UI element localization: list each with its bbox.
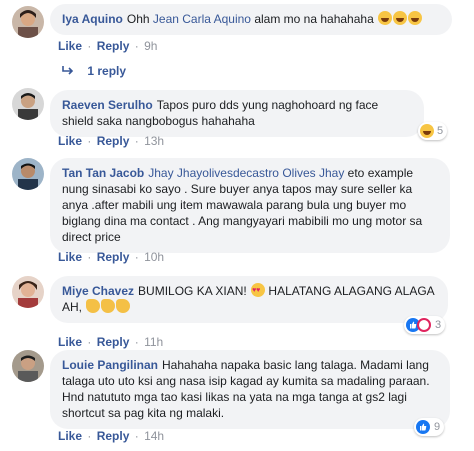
comment-text: alam mo na hahahaha	[250, 12, 374, 26]
comment-author[interactable]: Louie Pangilinan	[62, 358, 158, 372]
like-reaction-icon	[416, 420, 430, 434]
like-button[interactable]: Like	[58, 39, 82, 53]
separator: ·	[87, 429, 92, 443]
haha-reaction-icon	[420, 124, 434, 138]
clap-emoji-icon	[116, 299, 131, 313]
separator: ·	[87, 250, 92, 264]
comment-actions: Like · Reply · 13h	[58, 134, 164, 148]
comment-author[interactable]: Iya Aquino	[62, 12, 123, 26]
comment-actions: Like · Reply · 10h	[58, 250, 164, 264]
separator: ·	[134, 250, 139, 264]
timestamp[interactable]: 9h	[144, 39, 157, 53]
love-reaction-icon	[417, 318, 431, 332]
reply-button[interactable]: Reply	[97, 335, 130, 349]
mention-link[interactable]: Jean Carla Aquino	[153, 12, 251, 26]
separator: ·	[87, 134, 92, 148]
comment-actions: Like · Reply · 9h	[58, 39, 157, 53]
heart-eyes-emoji-icon	[251, 283, 266, 299]
comment-actions: Like · Reply · 14h	[58, 429, 164, 443]
comment-author[interactable]: Miye Chavez	[62, 284, 134, 298]
separator: ·	[134, 134, 139, 148]
timestamp[interactable]: 14h	[144, 429, 164, 443]
reply-button[interactable]: Reply	[97, 134, 130, 148]
separator: ·	[87, 335, 92, 349]
separator: ·	[134, 39, 139, 53]
reaction-count: 9	[434, 421, 441, 433]
reply-button[interactable]: Reply	[97, 250, 130, 264]
reaction-badge[interactable]: 9	[414, 418, 445, 436]
like-button[interactable]: Like	[58, 429, 82, 443]
reaction-badge[interactable]: 3	[404, 316, 446, 334]
mention-link[interactable]: Jhay Jhayolivesdecastro Olives Jhay	[148, 166, 344, 180]
separator: ·	[134, 429, 139, 443]
timestamp[interactable]: 13h	[144, 134, 164, 148]
comment-bubble: Raeven Serulho Tapos puro dds yung naghoh…	[50, 90, 424, 137]
timestamp[interactable]: 11h	[144, 335, 163, 349]
reply-button[interactable]: Reply	[97, 429, 130, 443]
comment-text: BUMILOG KA XIAN!	[138, 284, 251, 298]
laugh-emoji-icon	[393, 11, 408, 25]
avatar[interactable]	[12, 276, 44, 308]
reaction-count: 5	[437, 125, 444, 137]
avatar[interactable]	[12, 158, 44, 190]
comment-bubble: Louie Pangilinan Hahahaha napaka basic la…	[50, 350, 450, 429]
comment-author[interactable]: Raeven Serulho	[62, 98, 153, 112]
avatar[interactable]	[12, 88, 44, 120]
separator: ·	[87, 39, 92, 53]
avatar[interactable]	[12, 6, 44, 38]
like-button[interactable]: Like	[58, 134, 82, 148]
view-replies-link[interactable]: 1 reply	[62, 64, 126, 78]
avatar[interactable]	[12, 350, 44, 382]
reaction-count: 3	[435, 319, 442, 331]
comment-actions: Like · Reply · 11h	[58, 335, 163, 349]
timestamp[interactable]: 10h	[144, 250, 164, 264]
comment-bubble: Miye ChavezBUMILOG KA XIAN! HALATANG ALA…	[50, 276, 448, 323]
reaction-badge[interactable]: 5	[418, 122, 448, 140]
clap-emoji-icon	[101, 299, 116, 313]
like-button[interactable]: Like	[58, 335, 82, 349]
view-replies-label[interactable]: 1 reply	[87, 64, 126, 78]
clap-emoji-icon	[86, 299, 101, 313]
reply-arrow-icon	[62, 64, 77, 78]
like-button[interactable]: Like	[58, 250, 82, 264]
reply-button[interactable]: Reply	[97, 39, 130, 53]
separator: ·	[134, 335, 139, 349]
comment-text: Ohh	[126, 12, 153, 26]
comment-bubble: Iya Aquino Ohh Jean Carla Aquino alam mo …	[50, 4, 452, 35]
laugh-emoji-icon	[378, 11, 393, 25]
comment-bubble: Tan Tan Jacob Jhay Jhayolivesdecastro Oli…	[50, 158, 450, 253]
laugh-emoji-icon	[408, 11, 423, 25]
comment-author[interactable]: Tan Tan Jacob	[62, 166, 144, 180]
